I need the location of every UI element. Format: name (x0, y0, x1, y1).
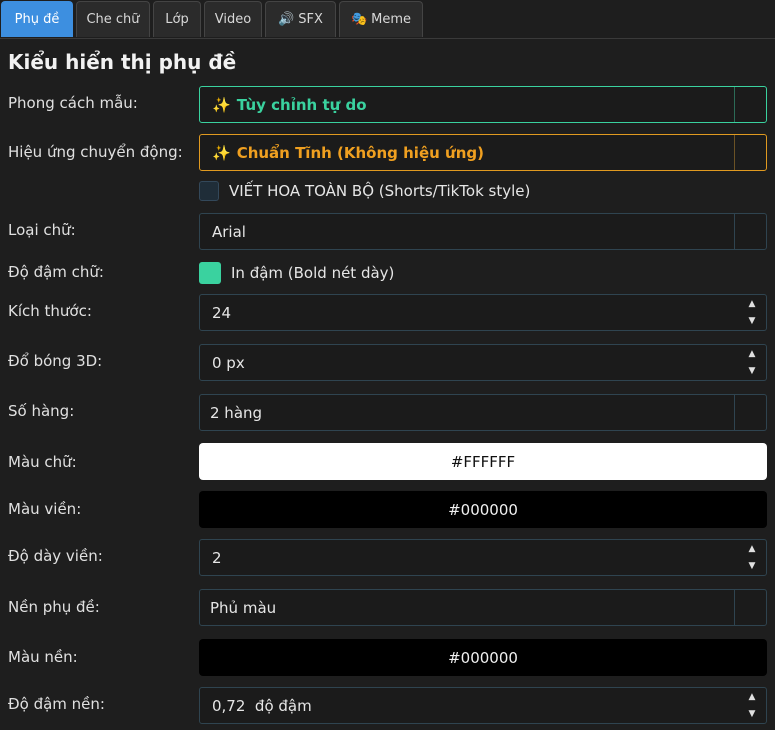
arrow-up-icon[interactable]: ▲ (738, 345, 766, 363)
bg-color-label: Màu nền: (8, 648, 78, 666)
text-color-button[interactable]: #FFFFFF (199, 443, 767, 480)
outline-color-label: Màu viền: (8, 500, 82, 518)
bg-opacity-label: Độ đậm nền: (8, 695, 105, 713)
effect-value: Chuẩn Tĩnh (Không hiệu ứng) (236, 143, 484, 162)
arrow-up-icon[interactable]: ▲ (738, 295, 766, 313)
bg-color-value: #000000 (448, 648, 518, 667)
tab-label: Che chữ (86, 12, 140, 27)
arrow-down-icon[interactable]: ▼ (738, 706, 766, 724)
shadow-spinbox[interactable]: 0 px ▲ ▼ (199, 344, 767, 381)
tab-label: Lớp (165, 12, 189, 27)
style-select[interactable]: ✨ Tùy chỉnh tự do (199, 86, 767, 123)
bg-select[interactable]: Phủ màu (199, 589, 767, 626)
tab-bar: Phụ đề Che chữ Lớp Video 🔊 SFX 🎭 Meme (0, 0, 775, 39)
rows-select[interactable]: 2 hàng (199, 394, 767, 431)
bg-opacity-value: 0,72 độ đậm (212, 696, 312, 715)
checkbox-box[interactable] (199, 262, 221, 284)
style-label: Phong cách mẫu: (8, 94, 138, 112)
sparkles-icon: ✨ (212, 95, 231, 114)
effect-select[interactable]: ✨ Chuẩn Tĩnh (Không hiệu ứng) (199, 134, 767, 171)
tab-label: Phụ đề (14, 12, 60, 27)
bg-opacity-spinbox[interactable]: 0,72 độ đậm ▲ ▼ (199, 687, 767, 724)
font-value: Arial (212, 222, 246, 241)
bold-label: In đậm (Bold nét dày) (231, 264, 395, 282)
dropdown-button[interactable] (734, 590, 766, 625)
tab-mask-text[interactable]: Che chữ (76, 1, 150, 37)
spin-arrows: ▲ ▼ (738, 688, 766, 723)
outline-width-label: Độ dày viền: (8, 547, 103, 565)
uppercase-checkbox[interactable]: VIẾT HOA TOÀN BỘ (Shorts/TikTok style) (199, 181, 530, 201)
tab-label: Video (214, 12, 252, 27)
bg-color-button[interactable]: #000000 (199, 639, 767, 676)
text-color-label: Màu chữ: (8, 453, 77, 471)
sparkles-icon: ✨ (212, 143, 231, 162)
style-value: Tùy chỉnh tự do (236, 95, 367, 114)
arrow-up-icon[interactable]: ▲ (738, 540, 766, 558)
tab-video[interactable]: Video (204, 1, 262, 37)
uppercase-label: VIẾT HOA TOÀN BỘ (Shorts/TikTok style) (229, 182, 531, 200)
section-title: Kiểu hiển thị phụ đề (8, 50, 237, 74)
spin-arrows: ▲ ▼ (738, 345, 766, 380)
dropdown-button[interactable] (734, 87, 766, 122)
size-label: Kích thước: (8, 302, 92, 320)
size-value: 24 (212, 303, 232, 322)
checkbox-box[interactable] (199, 181, 219, 201)
arrow-down-icon[interactable]: ▼ (738, 363, 766, 381)
outline-width-value: 2 (212, 548, 222, 567)
tab-sfx[interactable]: 🔊 SFX (265, 1, 336, 37)
arrow-down-icon[interactable]: ▼ (738, 313, 766, 331)
tab-subtitles[interactable]: Phụ đề (1, 1, 73, 37)
size-spinbox[interactable]: 24 ▲ ▼ (199, 294, 767, 331)
shadow-value: 0 px (212, 353, 245, 372)
bg-label: Nền phụ đề: (8, 598, 100, 616)
spin-arrows: ▲ ▼ (738, 540, 766, 575)
dropdown-button[interactable] (734, 214, 766, 249)
outline-color-button[interactable]: #000000 (199, 491, 767, 528)
arrow-up-icon[interactable]: ▲ (738, 688, 766, 706)
dropdown-button[interactable] (734, 135, 766, 170)
theater-masks-icon: 🎭 (350, 12, 368, 27)
dropdown-button[interactable] (734, 395, 766, 430)
tab-meme[interactable]: 🎭 Meme (339, 1, 423, 37)
weight-label: Độ đậm chữ: (8, 263, 104, 281)
rows-value: 2 hàng (210, 403, 263, 422)
spin-arrows: ▲ ▼ (738, 295, 766, 330)
speaker-icon: 🔊 (278, 12, 295, 27)
font-label: Loại chữ: (8, 221, 76, 239)
tab-label: SFX (298, 12, 323, 27)
outline-width-spinbox[interactable]: 2 ▲ ▼ (199, 539, 767, 576)
shadow-label: Đổ bóng 3D: (8, 352, 103, 370)
arrow-down-icon[interactable]: ▼ (738, 558, 766, 576)
rows-label: Số hàng: (8, 402, 75, 420)
bold-checkbox[interactable]: In đậm (Bold nét dày) (199, 262, 394, 284)
outline-color-value: #000000 (448, 500, 518, 519)
tab-layers[interactable]: Lớp (153, 1, 201, 37)
tab-label: Meme (371, 12, 412, 27)
font-select[interactable]: Arial (199, 213, 767, 250)
text-color-value: #FFFFFF (450, 452, 516, 471)
bg-value: Phủ màu (210, 598, 277, 617)
effect-label: Hiệu ứng chuyển động: (8, 143, 183, 161)
